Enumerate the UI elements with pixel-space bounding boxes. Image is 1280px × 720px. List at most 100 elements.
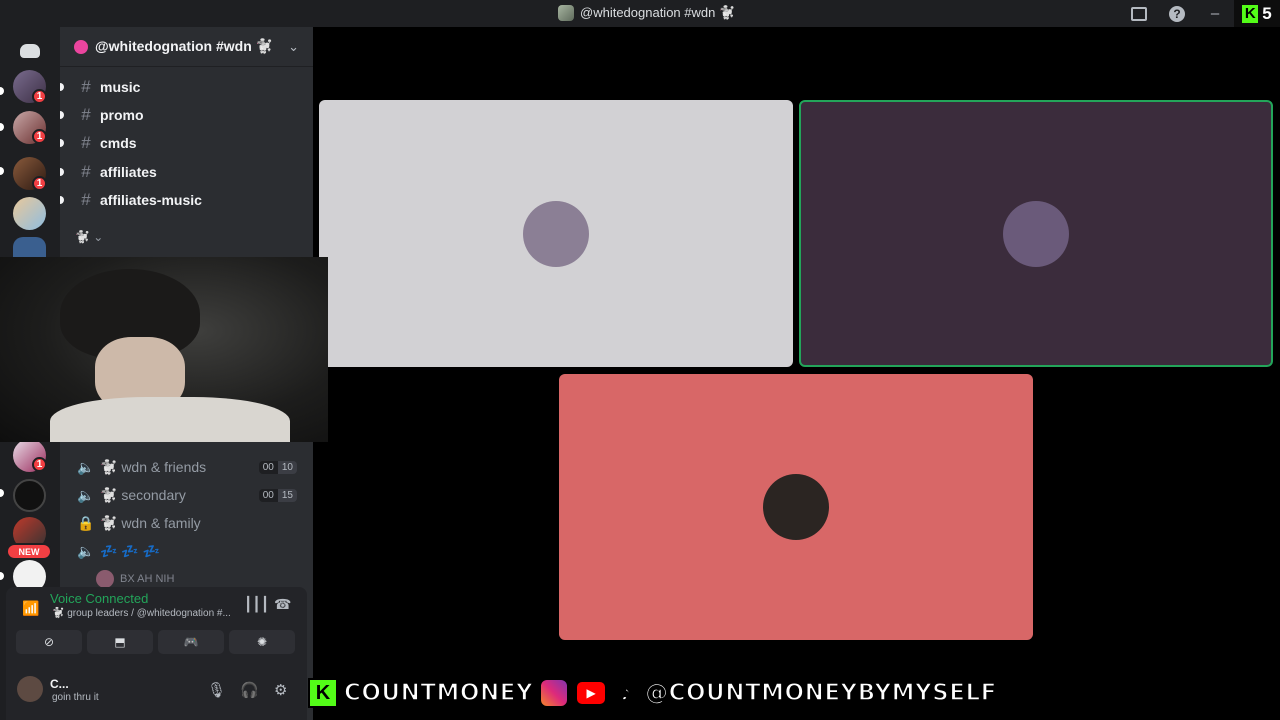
hash-icon: # — [81, 162, 91, 181]
custom-status: goin thru it — [52, 692, 99, 703]
kick-handle: COUNTMONEY — [343, 679, 534, 707]
unread-indicator — [0, 167, 4, 175]
screen-share-icon[interactable]: ⬒ — [87, 630, 153, 654]
channel-label: 🐩 wdn & friends — [100, 458, 207, 475]
user-panel: C... goin thru it 🎙 🎧 ⚙ — [6, 659, 307, 720]
server-boost-icon — [74, 39, 88, 54]
participant-tile-speaking[interactable] — [799, 100, 1273, 367]
username[interactable]: C... — [50, 677, 69, 691]
headphones-icon[interactable]: 🎧 — [240, 681, 259, 699]
user-avatar[interactable] — [17, 676, 43, 702]
unread-indicator — [0, 87, 4, 95]
kick-logo-icon: K — [308, 678, 338, 708]
channel-label: promo — [100, 107, 144, 123]
user-limit-counter: 00 15 — [258, 488, 297, 502]
participant-avatar — [523, 200, 589, 267]
disconnect-icon[interactable]: ☎ — [274, 596, 291, 613]
speaker-icon: 🔈 — [77, 542, 95, 559]
unread-pip — [60, 111, 64, 119]
category-label: 🐩 — [75, 230, 90, 244]
discord-home-icon[interactable] — [14, 35, 46, 67]
server-icon — [558, 5, 574, 21]
channel-promo[interactable]: # promo — [60, 102, 313, 128]
user-limit-counter: 00 10 — [258, 460, 297, 474]
signal-icon[interactable]: 📶 — [22, 600, 39, 617]
noise-suppression-icon[interactable]: ┃┃┃ — [244, 596, 269, 613]
chevron-down-icon: ⌄ — [93, 230, 104, 244]
category-header[interactable]: 🐩 ⌄ — [75, 230, 103, 244]
channel-cmds[interactable]: # cmds — [60, 130, 313, 156]
channel-label: 🐩 secondary — [100, 486, 186, 503]
youtube-icon: ▶ — [575, 680, 608, 706]
gear-icon[interactable]: ⚙ — [274, 681, 287, 699]
social-handle: @COUNTMONEYBYMYSELF — [644, 679, 997, 707]
title-bar-controls: ? – — [1120, 0, 1234, 27]
user-limit: 15 — [277, 488, 297, 502]
kick-logo-icon: K — [1242, 4, 1259, 23]
channel-affiliates[interactable]: # affiliates — [60, 159, 313, 185]
server-icon[interactable] — [13, 479, 46, 512]
mention-badge: 1 — [32, 457, 47, 472]
speaker-icon: 🔈 — [77, 486, 95, 503]
unread-pip — [60, 196, 64, 204]
avatar — [96, 570, 114, 588]
member-name: BX AH NIH — [120, 573, 175, 585]
voice-channel-wdn-family[interactable]: 🔒 🐩 wdn & family — [60, 510, 313, 536]
viewer-count: 5 — [1262, 3, 1272, 23]
voice-status[interactable]: Voice Connected — [50, 591, 148, 606]
participant-tile[interactable] — [319, 100, 793, 367]
hash-icon: # — [81, 77, 91, 96]
minimize-icon[interactable]: – — [1196, 0, 1234, 27]
voice-channel-sleep[interactable]: 🔈 💤 💤 💤 — [60, 538, 313, 564]
hash-icon: # — [81, 133, 91, 152]
server-icon[interactable] — [13, 197, 46, 230]
activity-icon[interactable]: 🎮 — [158, 630, 224, 654]
channel-label: cmds — [100, 135, 137, 151]
microphone-icon[interactable]: 🎙 — [207, 681, 226, 699]
unread-pip — [60, 139, 64, 147]
voice-member[interactable]: BX AH NIH — [96, 570, 174, 588]
chevron-down-icon[interactable]: ⌄ — [288, 39, 299, 55]
window-title: @whitedognation #wdn 🐩 — [558, 5, 735, 21]
voice-channel-wdn-friends[interactable]: 🔈 🐩 wdn & friends 00 10 — [60, 454, 313, 480]
participant-avatar — [763, 474, 829, 540]
channel-label: music — [100, 79, 141, 95]
mention-badge: 1 — [32, 176, 47, 191]
kick-viewer-count: K 5 — [1234, 0, 1280, 27]
stream-social-banner: K COUNTMONEY ▶ ♪ @COUNTMONEYBYMYSELF — [308, 678, 997, 708]
voice-connected-panel: 📶 Voice Connected 🐩 group leaders / @whi… — [6, 587, 307, 659]
participant-tile[interactable] — [559, 374, 1033, 640]
soundboard-icon[interactable]: ✺ — [229, 630, 295, 654]
user-limit: 10 — [277, 460, 297, 474]
server-name: @whitedognation #wdn 🐩 — [95, 38, 274, 54]
channel-music[interactable]: # music — [60, 74, 313, 100]
unread-indicator — [0, 123, 4, 131]
tiktok-icon: ♪ — [620, 680, 632, 706]
inbox-icon[interactable] — [1120, 0, 1158, 27]
hash-icon: # — [81, 105, 91, 124]
channel-label: affiliates — [100, 164, 157, 180]
user-count: 00 — [258, 460, 278, 474]
title-bar: @whitedognation #wdn 🐩 ? – K 5 — [0, 0, 1280, 27]
instagram-icon — [539, 678, 570, 708]
user-count: 00 — [258, 488, 278, 502]
hash-icon: # — [81, 190, 91, 209]
voice-location[interactable]: 🐩 group leaders / @whitedognation #... — [52, 608, 231, 619]
mention-badge: 1 — [32, 129, 47, 144]
lock-icon: 🔒 — [77, 514, 95, 531]
channel-label: 💤 💤 💤 — [100, 542, 161, 559]
mention-badge: 1 — [32, 89, 47, 104]
speaker-icon: 🔈 — [77, 458, 95, 475]
help-icon[interactable]: ? — [1158, 0, 1196, 27]
voice-channel-secondary[interactable]: 🔈 🐩 secondary 00 15 — [60, 482, 313, 508]
new-server-badge: NEW — [6, 543, 52, 560]
streamer-webcam — [0, 257, 328, 442]
video-off-icon[interactable]: ⊘ — [16, 630, 82, 654]
unread-indicator — [0, 489, 4, 497]
webcam-shirt — [50, 397, 290, 442]
unread-pip — [60, 168, 64, 176]
server-header[interactable]: @whitedognation #wdn 🐩 ⌄ — [60, 27, 313, 67]
unread-pip — [60, 83, 64, 91]
channel-affiliates-music[interactable]: # affiliates-music — [60, 187, 313, 213]
unread-indicator — [0, 572, 4, 580]
